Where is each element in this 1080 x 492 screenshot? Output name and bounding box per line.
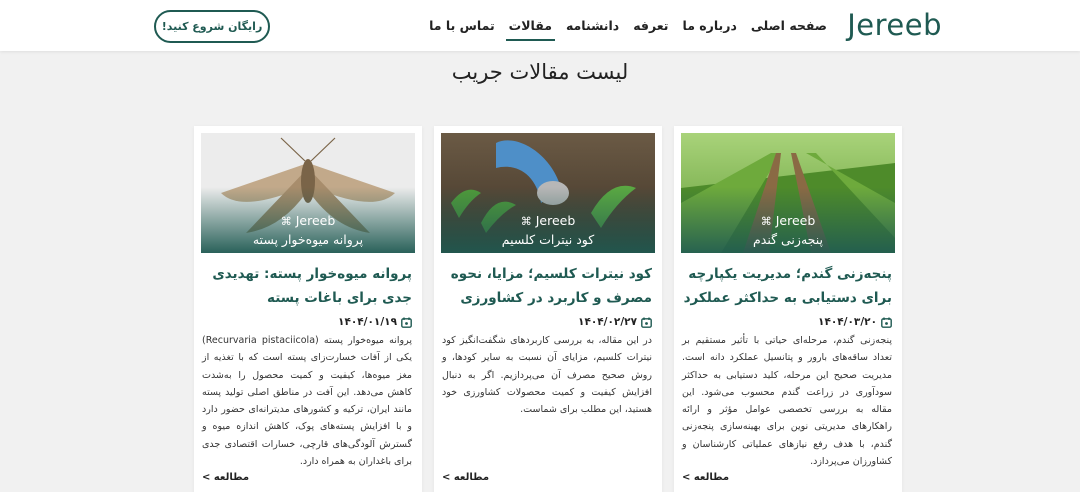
nav-item-pricing[interactable]: تعرفه [626, 0, 675, 51]
article-date: ۱۴۰۴/۰۳/۲۰ [818, 316, 892, 328]
nav-item-encyclopedia[interactable]: دانشنامه [559, 0, 626, 51]
brand-mark-icon: ⌘ [520, 215, 532, 228]
main-nav: صفحه اصلی درباره ما تعرفه دانشنامه مقالا… [422, 0, 834, 51]
nav-item-about[interactable]: درباره ما [676, 0, 744, 51]
date-text: ۱۴۰۴/۰۳/۲۰ [818, 316, 877, 328]
calendar-icon [641, 317, 652, 328]
start-free-button[interactable]: رایگان شروع کنید! [154, 10, 270, 43]
article-title[interactable]: پنجه‌زنی گندم؛ مدیریت یکپارچه برای دستیا… [682, 262, 892, 310]
article-image[interactable]: ⌘ Jereeb کود نیترات کلسیم [441, 133, 655, 253]
brand-mark-icon: ⌘ [280, 215, 292, 228]
article-date: ۱۴۰۴/۰۱/۱۹ [338, 316, 412, 328]
article-card: ⌘ Jereeb پروانه میوه‌خوار پسته پروانه میو… [194, 126, 422, 492]
read-more-link[interactable]: مطالعه > [202, 472, 249, 483]
article-image[interactable]: ⌘ Jereeb پنجه‌زنی گندم [681, 133, 895, 253]
nav-item-articles[interactable]: مقالات [502, 0, 559, 51]
page-title: لیست مقالات جریب [451, 60, 629, 84]
read-more-link[interactable]: مطالعه > [682, 472, 729, 483]
top-navbar: Jereeb صفحه اصلی درباره ما تعرفه دانشنام… [0, 0, 1080, 51]
brand-watermark: ⌘ Jereeb [760, 213, 816, 228]
article-title[interactable]: پروانه میوه‌خوار پسته: تهدیدی جدی برای ب… [202, 262, 412, 310]
calendar-icon [401, 317, 412, 328]
nav-item-contact[interactable]: تماس با ما [422, 0, 502, 51]
article-title[interactable]: کود نیترات کلسیم؛ مزایا، نحوه مصرف و کار… [442, 262, 652, 310]
image-caption: پنجه‌زنی گندم [753, 232, 823, 247]
read-more-link[interactable]: مطالعه > [442, 472, 489, 483]
article-card: ⌘ Jereeb کود نیترات کلسیم کود نیترات کلسی… [434, 126, 662, 492]
article-card: ⌘ Jereeb پنجه‌زنی گندم پنجه‌زنی گندم؛ مدی… [674, 126, 902, 492]
date-text: ۱۴۰۴/۰۱/۱۹ [338, 316, 397, 328]
brand-mark-icon: ⌘ [760, 215, 772, 228]
brand-watermark: ⌘ Jereeb [280, 213, 336, 228]
calendar-icon [881, 317, 892, 328]
article-date: ۱۴۰۴/۰۲/۲۷ [578, 316, 652, 328]
image-caption: کود نیترات کلسیم [501, 232, 595, 247]
date-text: ۱۴۰۴/۰۲/۲۷ [578, 316, 637, 328]
nav-item-home[interactable]: صفحه اصلی [744, 0, 834, 51]
article-image[interactable]: ⌘ Jereeb پروانه میوه‌خوار پسته [201, 133, 415, 253]
article-excerpt: پروانه میوه‌خوار پسته (Recurvaria pistac… [202, 335, 412, 468]
brand-watermark: ⌘ Jereeb [520, 213, 576, 228]
article-excerpt: در این مقاله، به بررسی کاربردهای شگفت‌ان… [442, 335, 652, 416]
article-excerpt: پنجه‌زنی گندم، مرحله‌ای حیاتی با تأثیر م… [682, 335, 892, 468]
site-logo[interactable]: Jereeb [847, 8, 942, 42]
image-caption: پروانه میوه‌خوار پسته [252, 232, 364, 247]
